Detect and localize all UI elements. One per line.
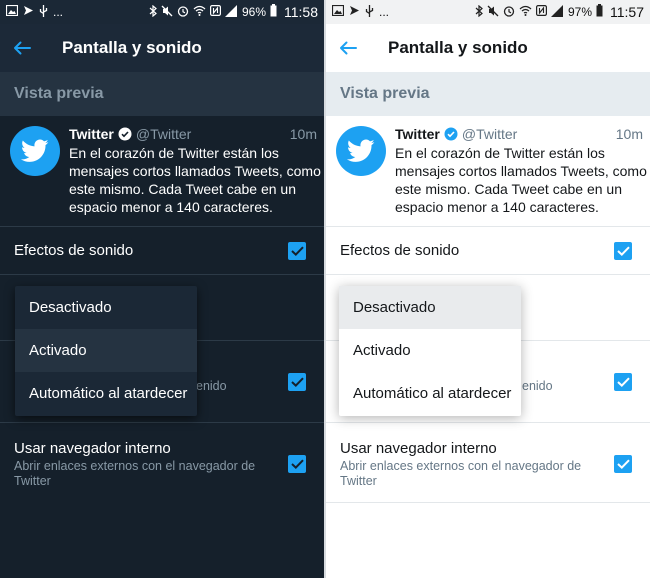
checkmark-icon [290, 459, 304, 469]
clock: 11:58 [284, 4, 318, 20]
in-app-browser-checkbox[interactable] [288, 455, 306, 473]
signal-icon [224, 4, 238, 20]
page-title: Pantalla y sonido [62, 38, 202, 57]
in-app-browser-row[interactable]: Usar navegador interno Abrir enlaces ext… [326, 422, 650, 502]
status-bar: ... 96% 11:58 [0, 0, 324, 24]
tweet-header: Twitter @Twitter 10m [69, 126, 317, 142]
preview-header: Vista previa [326, 72, 650, 116]
battery-level: 97% [567, 5, 592, 19]
avatar [10, 126, 60, 176]
dropdown-option-on[interactable]: Activado [15, 329, 197, 372]
checkmark-icon [616, 459, 630, 469]
overflow-dots: ... [53, 5, 64, 19]
tweet-time: 10m [289, 126, 317, 142]
usb-icon [365, 4, 374, 20]
battery-icon [270, 4, 277, 20]
media-setting-checkbox[interactable] [288, 373, 306, 391]
app-bar: Pantalla y sonido [326, 24, 650, 72]
bluetooth-icon [475, 4, 483, 20]
arrow-left-icon [14, 41, 31, 55]
alarm-icon [503, 5, 515, 20]
signal-icon [550, 4, 564, 20]
in-app-browser-label: Usar navegador interno [14, 440, 171, 457]
gallery-icon [331, 4, 345, 19]
sound-effects-row[interactable]: Efectos de sonido [326, 226, 650, 274]
dropdown-option-auto[interactable]: Automático al atardecer [339, 372, 521, 415]
verified-badge-icon [118, 127, 132, 141]
usb-icon [39, 4, 48, 20]
twitter-bird-icon [347, 139, 375, 162]
twitter-bird-icon [21, 139, 49, 162]
tweet-text: En el corazón de Twitter están los mensa… [69, 145, 321, 215]
checkmark-icon [290, 377, 304, 387]
alarm-icon [177, 5, 189, 20]
verified-badge-icon [444, 127, 458, 141]
gallery-icon [5, 4, 19, 19]
nfc-icon [535, 5, 547, 19]
back-button[interactable] [328, 28, 368, 68]
dropdown-option-on[interactable]: Activado [339, 329, 521, 372]
send-icon [23, 5, 34, 19]
in-app-browser-description: Abrir enlaces externos con el navegador … [14, 459, 256, 488]
dropdown-option-auto[interactable]: Automático al atardecer [15, 372, 197, 415]
wifi-icon [519, 5, 532, 19]
nfc-icon [209, 5, 221, 19]
sound-effects-checkbox[interactable] [288, 242, 306, 260]
sound-effects-checkbox[interactable] [614, 242, 632, 260]
checkmark-icon [290, 246, 304, 256]
mute-icon [487, 5, 499, 20]
battery-icon [596, 4, 603, 20]
dropdown-option-off[interactable]: Desactivado [15, 286, 197, 329]
tweet-time: 10m [615, 126, 643, 142]
tweet-preview: Twitter @Twitter 10m En el corazón de Tw… [326, 116, 650, 226]
clock: 11:57 [610, 4, 644, 20]
arrow-left-icon [340, 41, 357, 55]
preview-header: Vista previa [0, 72, 324, 116]
in-app-browser-row[interactable]: Usar navegador interno Abrir enlaces ext… [0, 422, 324, 502]
in-app-browser-label: Usar navegador interno [340, 440, 497, 457]
battery-level: 96% [241, 5, 266, 19]
app-bar: Pantalla y sonido [0, 24, 324, 72]
send-icon [349, 5, 360, 19]
tweet-preview: Twitter @Twitter 10m En el corazón de Tw… [0, 116, 324, 226]
tweet-header: Twitter @Twitter 10m [395, 126, 643, 142]
checkmark-icon [616, 246, 630, 256]
screen-dark-mode: ... 96% 11:58 Pantalla y sonido Vista pr… [0, 0, 324, 578]
page-title: Pantalla y sonido [388, 38, 528, 57]
in-app-browser-checkbox[interactable] [614, 455, 632, 473]
overflow-dots: ... [379, 5, 390, 19]
bluetooth-icon [149, 4, 157, 20]
media-setting-description-partial: enido [196, 379, 227, 393]
screen-light-mode: ... 97% 11:57 Pantalla y sonido Vista pr… [326, 0, 650, 578]
night-mode-dropdown: Desactivado Activado Automático al atard… [339, 286, 521, 416]
tweet-author-name: Twitter [69, 126, 114, 142]
list-divider [326, 502, 650, 503]
back-button[interactable] [2, 28, 42, 68]
sound-effects-row[interactable]: Efectos de sonido [0, 226, 324, 274]
media-setting-checkbox[interactable] [614, 373, 632, 391]
status-bar: ... 97% 11:57 [326, 0, 650, 24]
media-setting-description-partial: enido [522, 379, 553, 393]
tweet-author-handle: @Twitter [135, 126, 192, 142]
wifi-icon [193, 5, 206, 19]
avatar [336, 126, 386, 176]
in-app-browser-description: Abrir enlaces externos con el navegador … [340, 459, 582, 488]
tweet-author-handle: @Twitter [461, 126, 518, 142]
mute-icon [161, 5, 173, 20]
sound-effects-label: Efectos de sonido [14, 242, 134, 259]
night-mode-dropdown: Desactivado Activado Automático al atard… [15, 286, 197, 416]
tweet-author-name: Twitter [395, 126, 440, 142]
tweet-text: En el corazón de Twitter están los mensa… [395, 145, 647, 215]
dropdown-option-off[interactable]: Desactivado [339, 286, 521, 329]
sound-effects-label: Efectos de sonido [340, 242, 460, 259]
checkmark-icon [616, 377, 630, 387]
